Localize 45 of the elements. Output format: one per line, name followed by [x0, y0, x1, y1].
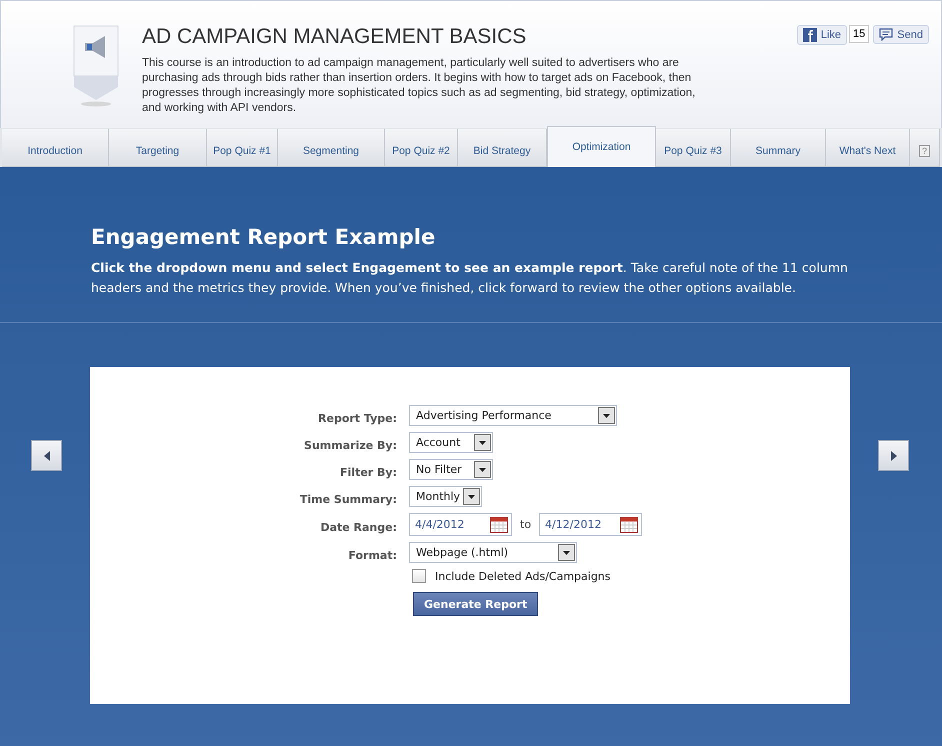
field-label: Time Summary: [298, 492, 397, 506]
checkbox-label: Include Deleted Ads/Campaigns [435, 570, 611, 582]
nav-tab[interactable]: Targeting [109, 129, 207, 167]
like-count: 15 [849, 25, 870, 43]
field-label: Filter By: [339, 465, 397, 479]
dropdown[interactable]: Advertising Performance [409, 405, 617, 426]
field-label: Report Type: [317, 411, 397, 425]
next-button[interactable] [878, 440, 909, 471]
field-label: Date Range: [319, 520, 397, 534]
include-deleted-checkbox[interactable]: Include Deleted Ads/Campaigns [409, 569, 850, 583]
like-button[interactable]: Like [796, 25, 848, 45]
field-label: Summarize By: [303, 438, 397, 452]
left-triangle-icon [42, 450, 52, 462]
range-separator: to [520, 518, 532, 531]
nav-tab[interactable]: Summary [731, 129, 826, 167]
send-button[interactable]: Send [873, 25, 929, 44]
megaphone-badge-icon [73, 25, 119, 107]
nav-tab[interactable]: What's Next [826, 129, 910, 167]
right-triangle-icon [888, 450, 898, 462]
lesson-instruction: Click the dropdown menu and select Engagement to see an example report. Take careful note of the 11 column headers and the metrics they provide. When you’ve finished, click forward to review the other options available. [91, 259, 849, 297]
nav-tab[interactable]: Pop Quiz #1 [207, 129, 278, 167]
nav-tab[interactable]: Bid Strategy [458, 129, 547, 167]
dropdown[interactable]: Account [409, 432, 493, 453]
help-tab[interactable]: ? [910, 129, 940, 167]
logo-icon [802, 28, 817, 42]
course-description: This course is an introduction to ad campaign management, particularly well suited to advertisers who are purchasing ads through bids rather than insertion orders. It begins with how to target ads on Facebook, then progresses through increasingly more sophisticated topics such as ad segmenting, bid strategy, optimization, and working with API vendors. [142, 56, 696, 116]
nav-tab[interactable]: Introduction [2, 129, 109, 167]
nav-tab[interactable]: Pop Quiz #3 [656, 129, 731, 167]
generate-report-button[interactable]: Generate Report [413, 592, 538, 616]
calendar-icon [490, 516, 508, 532]
field-label: Format: [347, 548, 397, 562]
lesson-title: Engagement Report Example [91, 225, 436, 249]
dropdown[interactable]: Webpage (.html) [409, 542, 577, 563]
dropdown[interactable]: No Filter [409, 459, 493, 480]
date-field[interactable]: 4/4/2012 [409, 513, 512, 536]
nav-tab[interactable]: Segmenting [278, 129, 385, 167]
nav-tab[interactable]: Pop Quiz #2 [385, 129, 458, 167]
calendar-icon [620, 516, 638, 532]
previous-button[interactable] [31, 440, 62, 471]
course-title: AD CAMPAIGN MANAGEMENT BASICS [142, 25, 528, 49]
speech-bubble-icon [879, 28, 894, 41]
date-field[interactable]: 4/12/2012 [539, 513, 642, 536]
checkbox[interactable] [412, 569, 426, 583]
dropdown[interactable]: Monthly [409, 486, 482, 507]
nav-tab[interactable]: Optimization [547, 126, 656, 167]
